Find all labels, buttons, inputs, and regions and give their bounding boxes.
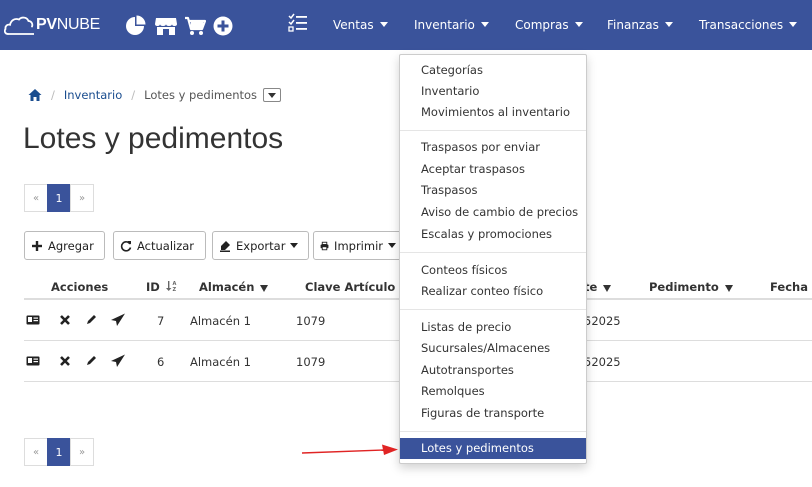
- brand-name: PVNUBE: [36, 16, 101, 33]
- svg-text:Z: Z: [172, 287, 176, 292]
- menu-divider: [400, 130, 586, 131]
- filter-icon[interactable]: [603, 285, 612, 292]
- menu-item-conteos-fisicos[interactable]: Conteos físicos: [400, 260, 586, 281]
- column-header-id[interactable]: ID AZ: [146, 280, 178, 294]
- checklist-icon[interactable]: [288, 13, 310, 35]
- printer-icon: [320, 241, 329, 250]
- column-header-almacen[interactable]: Almacén: [199, 280, 269, 294]
- nav-menu-inventario[interactable]: Inventario: [414, 0, 489, 50]
- print-button-label: Imprimir: [334, 238, 383, 253]
- edit-icon[interactable]: [84, 354, 98, 368]
- menu-item-aviso-cambio-precios[interactable]: Aviso de cambio de precios: [400, 202, 586, 223]
- cell-id: 6: [157, 355, 165, 369]
- card-icon[interactable]: [26, 313, 40, 327]
- column-header-pedimento[interactable]: Pedimento: [649, 280, 733, 294]
- pagination-page-1[interactable]: 1: [47, 184, 71, 212]
- chevron-down-icon: [574, 22, 583, 27]
- pagination-prev[interactable]: «: [24, 438, 48, 466]
- cell-almacen: Almacén 1: [190, 314, 251, 328]
- inventario-dropdown-menu: Categorías Inventario Movimientos al inv…: [399, 54, 587, 464]
- column-header-lote[interactable]: te: [584, 280, 612, 294]
- pagination-next[interactable]: »: [70, 184, 94, 212]
- delete-icon[interactable]: [58, 354, 72, 368]
- plus-icon: [32, 240, 42, 251]
- pagination-next[interactable]: »: [70, 438, 94, 466]
- column-header-acciones: Acciones: [51, 280, 109, 294]
- breadcrumb-separator: /: [131, 88, 136, 102]
- cell-clave-articulo: 1079: [296, 314, 326, 328]
- menu-item-movimientos[interactable]: Movimientos al inventario: [400, 102, 586, 123]
- chevron-down-icon: [388, 243, 396, 248]
- cell-id: 7: [157, 314, 165, 328]
- pagination-bottom: « 1 »: [24, 438, 94, 466]
- menu-item-listas-precio[interactable]: Listas de precio: [400, 317, 586, 338]
- nav-menu-compras[interactable]: Compras: [515, 0, 583, 50]
- plus-circle-icon[interactable]: [212, 15, 234, 37]
- cell-almacen: Almacén 1: [190, 355, 251, 369]
- pagination-top: « 1 »: [24, 184, 94, 212]
- page-title: Lotes y pedimentos: [23, 122, 284, 155]
- menu-item-aceptar-traspasos[interactable]: Aceptar traspasos: [400, 159, 586, 180]
- cell-clave-articulo: 1079: [296, 355, 326, 369]
- column-header-fecha[interactable]: Fecha a: [770, 280, 812, 294]
- breadcrumb-item-inventario[interactable]: Inventario: [64, 88, 122, 102]
- export-icon: [220, 240, 230, 252]
- pagination-prev[interactable]: «: [24, 184, 48, 212]
- cloud-icon: [4, 16, 34, 35]
- edit-icon[interactable]: [84, 313, 98, 327]
- export-button[interactable]: Exportar: [212, 231, 309, 260]
- export-button-label: Exportar: [236, 238, 286, 253]
- sort-icon: AZ: [165, 281, 176, 293]
- menu-item-categorias[interactable]: Categorías: [400, 60, 586, 81]
- menu-item-realizar-conteo[interactable]: Realizar conteo físico: [400, 281, 586, 302]
- menu-item-lotes-pedimentos[interactable]: Lotes y pedimentos: [400, 438, 586, 459]
- add-button[interactable]: Agregar: [24, 231, 105, 260]
- send-icon[interactable]: [110, 313, 125, 327]
- filter-icon[interactable]: [724, 285, 733, 292]
- menu-item-escalas-promociones[interactable]: Escalas y promociones: [400, 224, 586, 245]
- menu-item-inventario[interactable]: Inventario: [400, 81, 586, 102]
- chevron-down-icon: [268, 92, 277, 98]
- pie-chart-icon[interactable]: [124, 15, 146, 37]
- menu-item-traspasos[interactable]: Traspasos: [400, 180, 586, 201]
- cell-lote: 52025: [584, 355, 621, 369]
- card-icon[interactable]: [26, 354, 40, 368]
- menu-divider: [400, 309, 586, 310]
- delete-icon[interactable]: [58, 313, 72, 327]
- chevron-down-icon: [789, 22, 798, 27]
- chevron-down-icon: [664, 22, 673, 27]
- breadcrumb-item-current: Lotes y pedimentos: [144, 88, 258, 102]
- menu-divider: [400, 252, 586, 253]
- menu-item-traspasos-por-enviar[interactable]: Traspasos por enviar: [400, 137, 586, 158]
- send-icon[interactable]: [110, 354, 125, 368]
- chevron-down-icon: [290, 243, 299, 248]
- store-icon[interactable]: [154, 15, 177, 37]
- nav-menu-transacciones[interactable]: Transacciones: [699, 0, 798, 50]
- nav-menu-ventas[interactable]: Ventas: [333, 0, 388, 50]
- column-header-clave-articulo[interactable]: Clave Artículo: [305, 280, 395, 294]
- refresh-button-label: Actualizar: [137, 238, 195, 253]
- top-navbar: PVNUBE Ventas Inventario Compras Finanza…: [0, 0, 812, 50]
- filter-icon[interactable]: [260, 285, 269, 292]
- chevron-down-icon: [480, 22, 489, 27]
- red-arrow-annotation: [301, 444, 398, 455]
- cart-icon[interactable]: [184, 15, 206, 37]
- menu-divider: [400, 431, 586, 432]
- menu-item-sucursales[interactable]: Sucursales/Almacenes: [400, 338, 586, 359]
- chevron-down-icon: [379, 22, 388, 27]
- menu-item-remolques[interactable]: Remolques: [400, 381, 586, 402]
- nav-menu-finanzas[interactable]: Finanzas: [607, 0, 673, 50]
- refresh-button[interactable]: Actualizar: [113, 231, 206, 260]
- menu-item-figuras-transporte[interactable]: Figuras de transporte: [400, 403, 586, 424]
- print-button[interactable]: Imprimir: [313, 231, 403, 260]
- brand-logo[interactable]: PVNUBE: [4, 12, 100, 38]
- home-icon[interactable]: [28, 88, 42, 102]
- breadcrumb-dropdown-toggle[interactable]: [263, 88, 282, 102]
- pagination-page-1[interactable]: 1: [47, 438, 71, 466]
- cell-lote: 52025: [584, 314, 621, 328]
- menu-item-autotransportes[interactable]: Autotransportes: [400, 360, 586, 381]
- add-button-label: Agregar: [48, 238, 94, 253]
- refresh-icon: [120, 240, 132, 252]
- breadcrumb-separator: /: [51, 88, 55, 102]
